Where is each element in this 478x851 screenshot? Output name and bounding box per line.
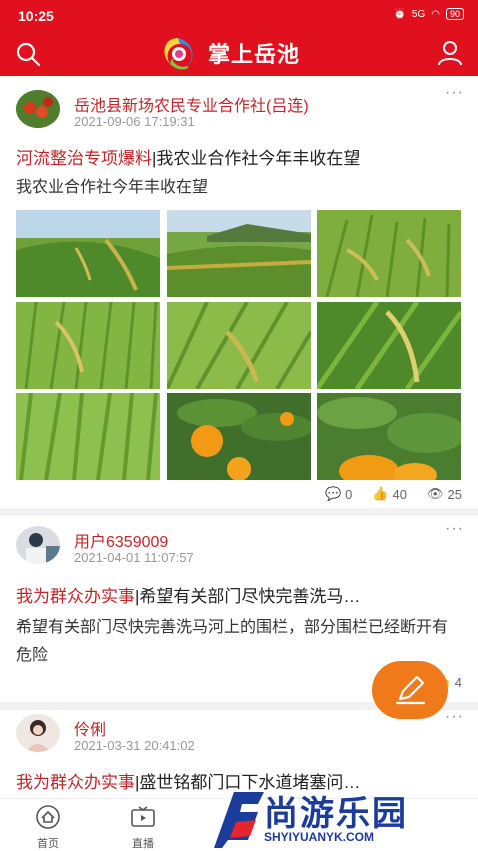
alarm-icon: ⏰ xyxy=(393,8,406,20)
divider xyxy=(0,508,478,516)
avatar-image xyxy=(16,90,60,128)
watermark-url: SHYIYUANYK.COM xyxy=(264,830,375,844)
post-stats: 💬 0 👍 40 👁 25 xyxy=(325,486,462,502)
view-stat: 👁 25 xyxy=(427,486,462,502)
like-stat[interactable]: 👍 40 xyxy=(372,486,407,502)
status-icons: ⏰ 5G ◠ 90 xyxy=(393,8,464,20)
post-time: 2021-09-06 17:19:31 xyxy=(74,114,195,129)
post-headline-text: 我农业合作社今年丰收在望 xyxy=(156,149,361,168)
post-tag[interactable]: 河流整治专项爆料 xyxy=(16,149,152,168)
search-icon[interactable] xyxy=(14,40,42,68)
photo-thumbnail[interactable] xyxy=(167,302,311,389)
thumbs-up-icon: 👍 xyxy=(372,486,389,501)
post-author[interactable]: 伶俐 xyxy=(74,716,106,740)
post-time: 2021-03-31 20:41:02 xyxy=(74,738,195,753)
post-card[interactable]: 岳池县新场农民专业合作社(吕连) 2021-09-06 17:19:31 ···… xyxy=(0,76,478,512)
tab-home-label: 首页 xyxy=(37,838,59,850)
watermark-title: 尚游乐园 xyxy=(264,795,408,833)
avatar-image xyxy=(16,526,60,564)
compose-button[interactable] xyxy=(372,661,448,719)
app-title-text: 掌上岳池 xyxy=(208,42,301,67)
post-tag[interactable]: 我为群众办实事 xyxy=(16,587,135,606)
app-title: 掌上岳池 xyxy=(156,34,300,72)
more-icon[interactable]: ··· xyxy=(445,520,464,538)
eye-icon: 👁 xyxy=(427,486,444,501)
wifi-icon: ◠ xyxy=(431,8,440,20)
battery-icon: 90 xyxy=(445,8,464,20)
comment-icon: 💬 xyxy=(324,486,342,501)
pencil-icon xyxy=(395,675,426,705)
comment-count: 0 xyxy=(345,486,353,502)
post-headline[interactable]: 河流整治专项爆料|我农业合作社今年丰收在望 xyxy=(16,144,462,169)
user-icon[interactable] xyxy=(436,39,464,67)
photo-grid xyxy=(16,210,462,480)
photo-thumbnail[interactable] xyxy=(317,393,461,480)
avatar[interactable] xyxy=(16,714,60,752)
post-time: 2021-04-01 11:07:57 xyxy=(74,550,194,565)
status-time: 10:25 xyxy=(18,8,54,24)
tab-home[interactable]: 首页 xyxy=(18,805,78,851)
post-headline-text: 希望有关部门尽快完善洗马… xyxy=(139,587,361,606)
post-tag[interactable]: 我为群众办实事 xyxy=(16,773,135,792)
status-bar: 10:25 ⏰ 5G ◠ 90 xyxy=(0,0,478,30)
app-bar: 掌上岳池 xyxy=(0,30,478,76)
comment-stat[interactable]: 💬0 xyxy=(325,486,352,502)
like-count: 4 xyxy=(454,674,462,690)
photo-thumbnail[interactable] xyxy=(317,210,461,297)
view-count: 25 xyxy=(447,486,462,502)
like-count: 40 xyxy=(392,486,408,502)
app-logo-icon xyxy=(164,38,193,70)
tab-live[interactable]: 直播 xyxy=(113,805,173,851)
tab-live-label: 直播 xyxy=(132,838,154,850)
post-headline[interactable]: 我为群众办实事|希望有关部门尽快完善洗马… xyxy=(16,582,462,607)
post-author[interactable]: 岳池县新场农民专业合作社(吕连) xyxy=(74,92,309,116)
photo-thumbnail[interactable] xyxy=(317,302,461,389)
photo-thumbnail[interactable] xyxy=(167,210,311,297)
avatar-image xyxy=(16,714,60,752)
more-icon[interactable]: ··· xyxy=(445,84,464,102)
avatar[interactable] xyxy=(16,90,60,128)
post-author[interactable]: 用户6359009 xyxy=(74,528,168,552)
photo-thumbnail[interactable] xyxy=(16,393,160,480)
post-body: 我农业合作社今年丰收在望 xyxy=(16,179,209,196)
avatar[interactable] xyxy=(16,526,60,564)
photo-thumbnail[interactable] xyxy=(16,302,160,389)
photo-thumbnail[interactable] xyxy=(167,393,311,480)
tv-icon xyxy=(131,806,155,827)
network-label: 5G xyxy=(411,8,426,20)
home-icon xyxy=(36,805,60,829)
photo-thumbnail[interactable] xyxy=(16,210,160,297)
